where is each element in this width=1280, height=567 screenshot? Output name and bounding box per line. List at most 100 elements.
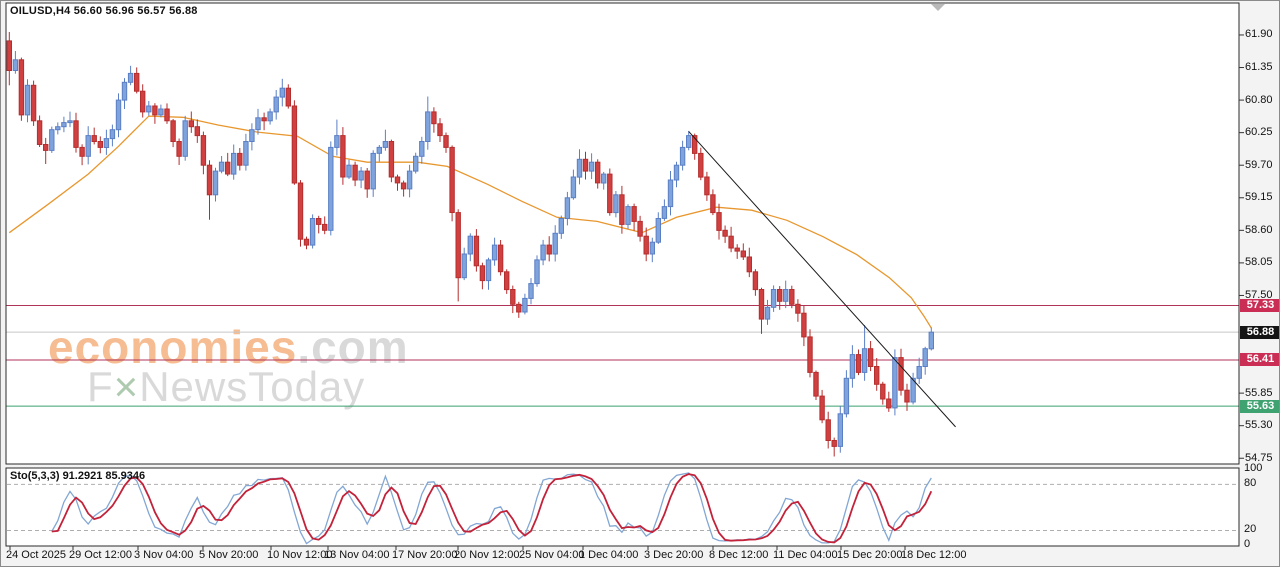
candle-body <box>74 121 78 148</box>
candle-body <box>262 118 266 121</box>
candle-body <box>820 396 824 420</box>
candle-body <box>662 207 666 219</box>
candle-body <box>759 290 763 320</box>
candle-body <box>226 162 230 174</box>
candle-body <box>784 290 788 302</box>
candle-body <box>765 307 769 319</box>
candle-body <box>304 239 308 245</box>
candle-body <box>395 177 399 183</box>
candle-body <box>917 367 921 379</box>
candle-body <box>195 127 199 136</box>
candle-body <box>529 284 533 299</box>
candle-body <box>62 123 66 127</box>
candle-body <box>596 162 600 183</box>
candle-body <box>862 349 866 373</box>
candle-body <box>899 358 903 391</box>
candle-body <box>298 183 302 239</box>
candle-body <box>608 174 612 213</box>
candle-body <box>559 219 563 234</box>
candle-body <box>159 109 163 115</box>
candle-body <box>414 156 418 171</box>
date-label: 1 Dec 04:00 <box>579 549 638 562</box>
candle-body <box>577 159 581 177</box>
candle-body <box>541 245 545 260</box>
candle-body <box>474 236 478 266</box>
candle-body <box>535 260 539 284</box>
candle-body <box>256 118 260 130</box>
candle-body <box>814 372 818 396</box>
date-label: 15 Dec 20:00 <box>837 549 902 562</box>
chart-window: economies.comF×NewsToday OILUSD,H4 56.60… <box>0 0 1280 567</box>
candle-body <box>104 139 108 148</box>
candle-body <box>717 213 721 231</box>
candle-body <box>86 136 90 157</box>
candle-body <box>650 242 654 254</box>
candle-body <box>274 97 278 112</box>
candle-body <box>844 378 848 414</box>
date-label: 3 Nov 04:00 <box>134 549 193 562</box>
candle-body <box>135 73 139 91</box>
date-label: 5 Nov 20:00 <box>199 549 258 562</box>
candle-body <box>468 236 472 254</box>
candle-body <box>753 272 757 290</box>
price-tick-label: 60.80 <box>1245 94 1273 107</box>
candle-body <box>329 147 333 230</box>
candle-body <box>92 136 96 142</box>
candle-body <box>850 355 854 379</box>
candle-body <box>56 127 60 130</box>
candle-body <box>711 195 715 213</box>
candle-body <box>116 100 120 130</box>
price-tick-label: 58.60 <box>1245 224 1273 237</box>
candle-body <box>523 298 527 312</box>
candle-body <box>122 82 126 100</box>
candle-body <box>37 121 41 145</box>
candle-body <box>893 358 897 408</box>
candle-body <box>832 441 836 447</box>
candle-body <box>505 272 509 290</box>
date-label: 29 Oct 12:00 <box>69 549 132 562</box>
candle-body <box>511 290 515 305</box>
candle-body <box>674 165 678 180</box>
candle-body <box>687 136 691 148</box>
candle-body <box>183 121 187 157</box>
price-tick-label: 61.90 <box>1245 28 1273 41</box>
candle-body <box>565 198 569 219</box>
candle-body <box>250 130 254 142</box>
candle-body <box>432 112 436 124</box>
date-label: 13 Nov 04:00 <box>324 549 389 562</box>
watermark-tagline: F×NewsToday <box>87 363 365 410</box>
candle-body <box>238 153 242 165</box>
candle-body <box>790 290 794 305</box>
candle-body <box>177 142 181 157</box>
candle-body <box>98 142 102 148</box>
price-tick-label: 61.35 <box>1245 61 1273 74</box>
candle-body <box>244 142 248 166</box>
candle-body <box>517 304 521 312</box>
candle-body <box>778 290 782 302</box>
candle-body <box>153 106 157 115</box>
oscillator-plot-background <box>6 468 1239 546</box>
candle-body <box>50 130 54 151</box>
date-label: 8 Dec 12:00 <box>709 549 768 562</box>
candle-body <box>317 219 321 225</box>
candle-body <box>796 304 800 313</box>
candle-body <box>571 177 575 198</box>
price-badge-55.63: 55.63 <box>1240 400 1280 413</box>
candle-body <box>407 171 411 189</box>
candle-body <box>383 142 387 148</box>
candle-body <box>25 85 29 115</box>
candle-body <box>286 88 290 106</box>
candle-body <box>929 332 933 349</box>
candle-body <box>201 136 205 166</box>
price-tick-label: 59.70 <box>1245 159 1273 172</box>
candle-body <box>110 130 114 139</box>
candle-body <box>7 41 11 71</box>
candle-body <box>735 248 739 251</box>
symbol-title: OILUSD,H4 56.60 56.96 56.57 56.88 <box>10 5 198 18</box>
candle-body <box>808 337 812 373</box>
price-chart[interactable]: economies.comF×NewsToday <box>1 1 1280 567</box>
candle-body <box>856 355 860 373</box>
candle-body <box>347 165 351 177</box>
candle-body <box>280 88 284 97</box>
candle-body <box>638 221 642 236</box>
